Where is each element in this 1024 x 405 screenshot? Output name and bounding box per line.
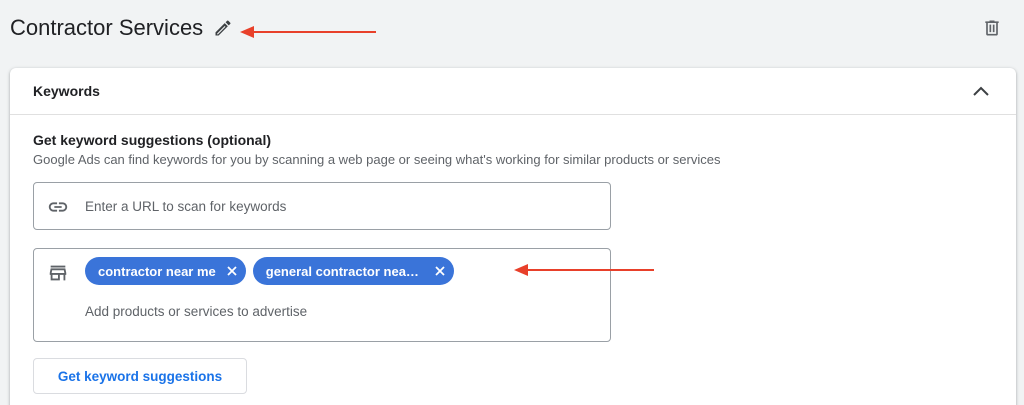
ad-group-title: Contractor Services: [10, 15, 204, 40]
suggestions-title: Get keyword suggestions (optional): [33, 132, 272, 148]
annotation-arrow-title: [240, 26, 376, 38]
close-icon: [435, 266, 445, 276]
pencil-icon: [215, 20, 231, 36]
service-chip[interactable]: general contractor near me: [252, 257, 454, 285]
ad-group-page: Contractor Services Keywords Get keyword…: [0, 0, 1024, 405]
trash-icon: [985, 20, 999, 36]
collapse-button[interactable]: [968, 79, 994, 103]
keywords-card: Keywords Get keyword suggestions (option…: [10, 68, 1016, 405]
products-services-field[interactable]: contractor near me general contractor ne…: [33, 248, 611, 342]
storefront-icon: [46, 261, 70, 285]
keywords-card-header[interactable]: Keywords: [10, 68, 1016, 115]
chip-remove-button[interactable]: [224, 263, 240, 279]
service-chip[interactable]: contractor near me: [85, 257, 246, 285]
chip-label: general contractor near me: [265, 263, 424, 279]
chip-row: contractor near me general contractor ne…: [85, 257, 454, 285]
delete-ad-group-button[interactable]: [978, 14, 1006, 42]
products-services-input[interactable]: [85, 301, 585, 321]
url-input[interactable]: [85, 196, 585, 216]
link-icon: [46, 195, 70, 219]
edit-name-button[interactable]: [210, 15, 236, 41]
ad-group-header: Contractor Services: [0, 0, 1024, 58]
chip-label: contractor near me: [98, 263, 216, 279]
url-field[interactable]: [33, 182, 611, 230]
chevron-up-icon: [973, 86, 989, 96]
card-title: Keywords: [33, 83, 100, 99]
suggestions-description: Google Ads can find keywords for you by …: [33, 152, 721, 167]
get-keyword-suggestions-button[interactable]: Get keyword suggestions: [33, 358, 247, 394]
close-icon: [227, 266, 237, 276]
chip-remove-button[interactable]: [432, 263, 448, 279]
